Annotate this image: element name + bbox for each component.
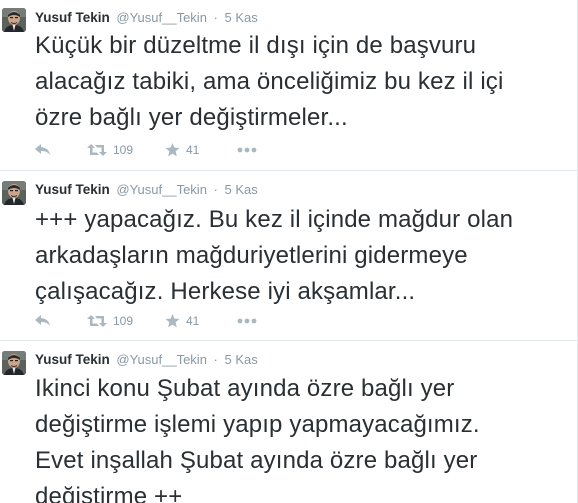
author-username[interactable]: @Yusuf__Tekin [116, 352, 207, 367]
more-button[interactable] [237, 318, 257, 324]
favorite-count: 41 [186, 314, 200, 328]
retweet-count: 109 [113, 143, 134, 157]
tweet-timestamp[interactable]: 5 Kas [225, 352, 258, 367]
more-button[interactable] [237, 147, 257, 153]
tweet-text: Küçük bir düzeltme il dışı için de başvu… [35, 32, 504, 131]
star-icon [165, 314, 180, 328]
retweet-icon [87, 144, 107, 156]
author-fullname[interactable]: Yusuf Tekin [35, 182, 110, 197]
reply-icon [35, 144, 50, 155]
tweet-timestamp[interactable]: 5 Kas [225, 182, 258, 197]
tweet-actions: 109 41 [35, 140, 257, 160]
tweet-text: +++ yapacağız. Bu kez il içinde mağdur o… [35, 206, 514, 305]
tweet-header: Yusuf Tekin @Yusuf__Tekin · 5 Kas [35, 180, 258, 200]
tweet-text: Ikinci konu Şubat ayında özre bağlı yer … [35, 375, 480, 503]
author-fullname[interactable]: Yusuf Tekin [35, 10, 110, 25]
reply-button[interactable] [35, 144, 87, 156]
tweet[interactable]: Yusuf Tekin @Yusuf__Tekin · 5 Kas +++ ya… [0, 171, 577, 341]
tweet-header: Yusuf Tekin @Yusuf__Tekin · 5 Kas [35, 8, 258, 28]
author-username[interactable]: @Yusuf__Tekin [116, 182, 207, 197]
author-username[interactable]: @Yusuf__Tekin [116, 10, 207, 25]
more-icon [237, 147, 257, 153]
avatar[interactable] [2, 351, 26, 375]
tweet[interactable]: Yusuf Tekin @Yusuf__Tekin · 5 Kas Küçük … [0, 0, 577, 171]
avatar[interactable] [2, 181, 26, 205]
reply-button[interactable] [35, 315, 87, 327]
star-icon [165, 143, 180, 157]
tweet-header: Yusuf Tekin @Yusuf__Tekin · 5 Kas [35, 350, 258, 370]
retweet-icon [87, 315, 107, 327]
separator-dot: · [213, 352, 218, 367]
author-fullname[interactable]: Yusuf Tekin [35, 352, 110, 367]
retweet-button[interactable]: 109 [87, 314, 165, 328]
retweet-count: 109 [113, 314, 134, 328]
tweet-timeline: Yusuf Tekin @Yusuf__Tekin · 5 Kas Küçük … [0, 0, 578, 503]
tweet-timestamp[interactable]: 5 Kas [225, 10, 258, 25]
avatar[interactable] [2, 8, 26, 32]
more-icon [237, 318, 257, 324]
tweet-actions: 109 41 [35, 311, 257, 331]
tweet[interactable]: Yusuf Tekin @Yusuf__Tekin · 5 Kas Ikinci… [0, 341, 577, 503]
separator-dot: · [213, 10, 218, 25]
favorite-button[interactable]: 41 [165, 314, 237, 328]
favorite-button[interactable]: 41 [165, 143, 237, 157]
retweet-button[interactable]: 109 [87, 143, 165, 157]
reply-icon [35, 315, 50, 326]
favorite-count: 41 [186, 143, 200, 157]
separator-dot: · [213, 182, 218, 197]
